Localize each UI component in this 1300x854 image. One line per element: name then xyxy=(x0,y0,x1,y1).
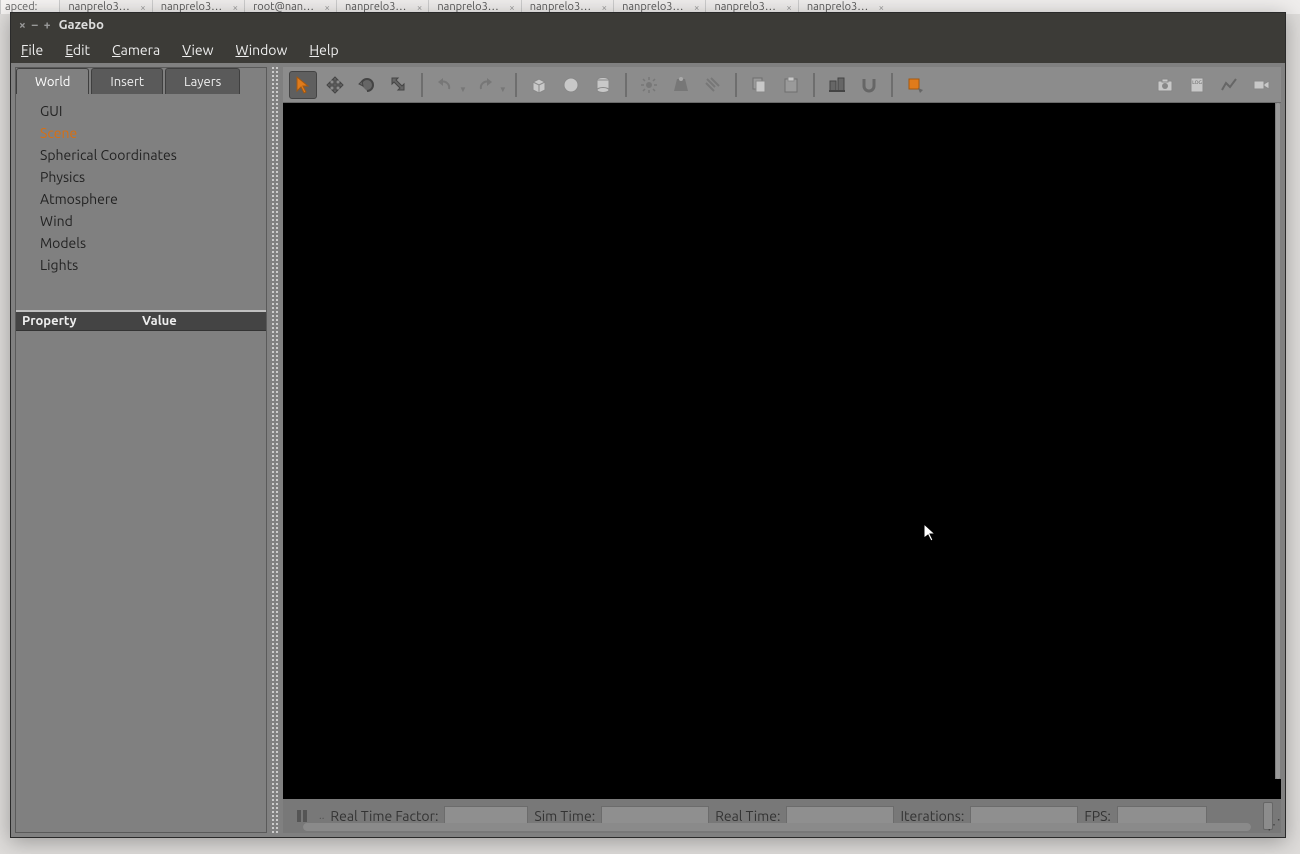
fps-label: FPS: xyxy=(1084,808,1111,824)
iterations-label: Iterations: xyxy=(900,808,964,824)
select-box-icon[interactable] xyxy=(901,71,929,99)
record-icon[interactable] xyxy=(1247,71,1275,99)
window-minimize-button[interactable]: – xyxy=(32,19,38,32)
toolbar-separator xyxy=(735,73,737,97)
tree-item-models[interactable]: Models xyxy=(40,232,256,254)
tree-item-scene[interactable]: Scene xyxy=(40,122,256,144)
col-value[interactable]: Value xyxy=(136,312,266,330)
toolbar-separator xyxy=(891,73,893,97)
menu-help[interactable]: Help xyxy=(309,42,338,58)
screenshot-icon[interactable] xyxy=(1151,71,1179,99)
menubar: File Edit Camera View Window Help xyxy=(11,37,1285,63)
menu-edit[interactable]: Edit xyxy=(65,42,90,58)
right-area: ▼ ▼ LOG xyxy=(283,67,1281,833)
window-title: Gazebo xyxy=(59,18,104,32)
menu-file[interactable]: File xyxy=(21,42,43,58)
sphere-icon[interactable] xyxy=(557,71,585,99)
undo-dropdown-icon[interactable]: ▼ xyxy=(459,85,467,94)
spot-light-icon[interactable] xyxy=(667,71,695,99)
box-icon[interactable] xyxy=(525,71,553,99)
align-icon[interactable] xyxy=(823,71,851,99)
left-tabs: World Insert Layers xyxy=(16,68,266,94)
toolbar-separator xyxy=(813,73,815,97)
tree-item-wind[interactable]: Wind xyxy=(40,210,256,232)
rotate-icon[interactable] xyxy=(353,71,381,99)
tree-item-spherical[interactable]: Spherical Coordinates xyxy=(40,144,256,166)
plot-icon[interactable] xyxy=(1215,71,1243,99)
viewport-3d[interactable] xyxy=(283,103,1281,799)
toolbar-separator xyxy=(625,73,627,97)
tree-item-gui[interactable]: GUI xyxy=(40,100,256,122)
property-body xyxy=(16,331,266,832)
vertical-splitter[interactable] xyxy=(271,67,279,833)
tree-item-lights[interactable]: Lights xyxy=(40,254,256,276)
tab-label: World xyxy=(35,75,70,89)
tree-item-physics[interactable]: Physics xyxy=(40,166,256,188)
cylinder-icon[interactable] xyxy=(589,71,617,99)
tab-insert[interactable]: Insert xyxy=(91,68,163,94)
tab-label: Layers xyxy=(184,75,221,89)
tree-item-atmosphere[interactable]: Atmosphere xyxy=(40,188,256,210)
select-arrow-icon[interactable] xyxy=(289,71,317,99)
world-tree[interactable]: GUI Scene Spherical Coordinates Physics … xyxy=(16,94,266,310)
scale-icon[interactable] xyxy=(385,71,413,99)
col-property[interactable]: Property xyxy=(16,312,136,330)
status-scrollbar[interactable] xyxy=(303,823,1251,831)
point-light-icon[interactable] xyxy=(635,71,663,99)
property-header: Property Value xyxy=(16,310,266,331)
mouse-cursor-icon xyxy=(923,523,937,543)
body: World Insert Layers GUI Scene Spherical … xyxy=(11,63,1285,837)
toolbar: ▼ ▼ LOG xyxy=(283,67,1281,103)
paste-icon[interactable] xyxy=(777,71,805,99)
undo-icon[interactable] xyxy=(431,71,459,99)
rtf-label: Real Time Factor: xyxy=(330,808,438,824)
step-indicator: .. xyxy=(319,810,324,822)
resize-grip-icon[interactable]: ⋰ xyxy=(1267,819,1279,831)
copy-icon[interactable] xyxy=(745,71,773,99)
directional-light-icon[interactable] xyxy=(699,71,727,99)
log-icon[interactable]: LOG xyxy=(1183,71,1211,99)
svg-text:LOG: LOG xyxy=(1192,79,1202,85)
tab-world[interactable]: World xyxy=(16,68,89,94)
window-maximize-button[interactable]: + xyxy=(44,19,51,32)
toolbar-separator xyxy=(421,73,423,97)
toolbar-separator xyxy=(515,73,517,97)
window-close-button[interactable]: × xyxy=(19,19,26,32)
menu-window[interactable]: Window xyxy=(235,42,287,58)
snap-icon[interactable] xyxy=(855,71,883,99)
redo-icon[interactable] xyxy=(471,71,499,99)
redo-dropdown-icon[interactable]: ▼ xyxy=(499,85,507,94)
left-panel: World Insert Layers GUI Scene Spherical … xyxy=(15,67,267,833)
titlebar[interactable]: × – + Gazebo xyxy=(11,13,1285,37)
tab-layers[interactable]: Layers xyxy=(165,68,240,94)
menu-camera[interactable]: Camera xyxy=(112,42,160,58)
gazebo-window: × – + Gazebo File Edit Camera View Windo… xyxy=(10,12,1286,838)
tab-label: Insert xyxy=(110,75,144,89)
simtime-label: Sim Time: xyxy=(534,808,595,824)
move-icon[interactable] xyxy=(321,71,349,99)
menu-view[interactable]: View xyxy=(182,42,213,58)
statusbar: .. Real Time Factor: Sim Time: Real Time… xyxy=(283,799,1281,833)
realtime-label: Real Time: xyxy=(715,808,780,824)
viewport-scrollbar[interactable] xyxy=(1275,103,1281,779)
